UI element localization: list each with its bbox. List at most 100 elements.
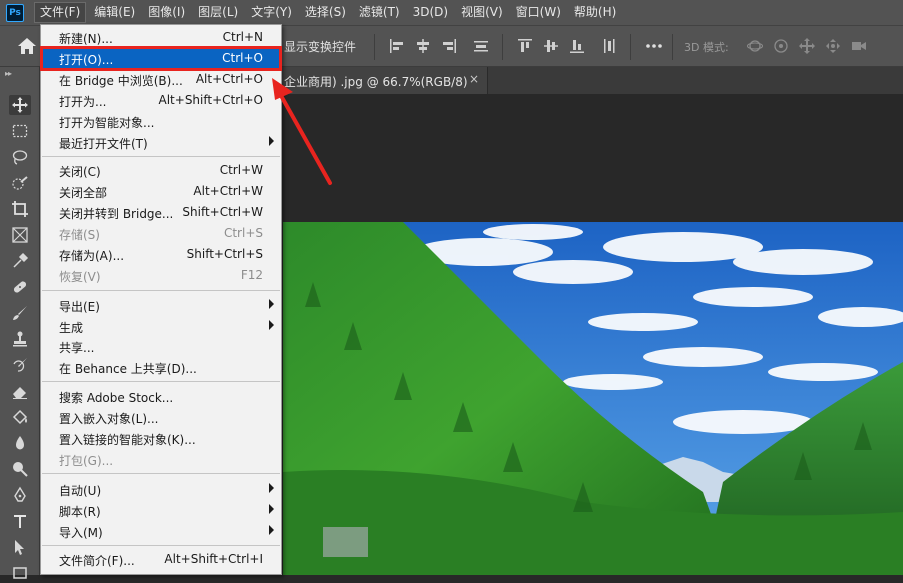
menu-bar: Ps 文件(F) 编辑(E) 图像(I) 图层(L) 文字(Y) 选择(S) 滤… xyxy=(0,0,903,25)
menu-item-label: 导出(E) xyxy=(59,300,100,314)
menu-item-scripts[interactable]: 脚本(R) xyxy=(42,500,280,521)
menu-image[interactable]: 图像(I) xyxy=(143,2,190,23)
menu-help[interactable]: 帮助(H) xyxy=(569,2,621,23)
3d-camera-icon[interactable] xyxy=(850,37,868,55)
blur-tool-icon[interactable] xyxy=(9,433,31,453)
menu-item-save-as[interactable]: 存储为(A)... Shift+Ctrl+S xyxy=(42,244,280,265)
healing-brush-tool-icon[interactable] xyxy=(9,277,31,297)
3d-roll-icon[interactable] xyxy=(772,37,790,55)
menu-item-export[interactable]: 导出(E) xyxy=(42,295,280,316)
menu-item-new[interactable]: 新建(N)... Ctrl+N xyxy=(42,27,280,48)
3d-pan-icon[interactable] xyxy=(798,37,816,55)
align-bottom-icon[interactable] xyxy=(568,37,586,55)
paint-bucket-tool-icon[interactable] xyxy=(9,407,31,427)
crop-tool-icon[interactable] xyxy=(9,199,31,219)
menu-layer[interactable]: 图层(L) xyxy=(193,2,243,23)
menu-window[interactable]: 窗口(W) xyxy=(511,2,566,23)
panel-collapse-grip-icon[interactable]: ▸▸ xyxy=(5,69,12,78)
menu-item-place-embedded[interactable]: 置入嵌入对象(L)... xyxy=(42,407,280,428)
menu-filter[interactable]: 滤镜(T) xyxy=(354,2,405,23)
menu-item-share[interactable]: 共享... xyxy=(42,336,280,357)
brush-tool-icon[interactable] xyxy=(9,303,31,323)
align-top-icon[interactable] xyxy=(516,37,534,55)
home-icon[interactable] xyxy=(17,37,37,55)
menu-type[interactable]: 文字(Y) xyxy=(246,2,297,23)
menu-item-open[interactable]: 打开(O)... Ctrl+O xyxy=(40,46,282,71)
menu-item-label: 存储(S) xyxy=(59,228,100,242)
menu-file[interactable]: 文件(F) xyxy=(34,2,87,23)
menu-edit[interactable]: 编辑(E) xyxy=(89,2,140,23)
menu-view[interactable]: 视图(V) xyxy=(456,2,508,23)
menu-item-browse-in-bridge[interactable]: 在 Bridge 中浏览(B)... Alt+Ctrl+O xyxy=(42,69,280,90)
menu-item-close-and-go-to-bridge[interactable]: 关闭并转到 Bridge... Shift+Ctrl+W xyxy=(42,202,280,223)
menu-item-shortcut: F12 xyxy=(240,268,263,282)
menu-item-search-adobe-stock[interactable]: 搜索 Adobe Stock... xyxy=(42,386,280,407)
menu-item-label: 关闭(C) xyxy=(59,165,101,179)
menu-item-place-linked[interactable]: 置入链接的智能对象(K)... xyxy=(42,428,280,449)
menu-item-label: 置入嵌入对象(L)... xyxy=(59,412,159,426)
menu-item-close-all[interactable]: 关闭全部 Alt+Ctrl+W xyxy=(42,181,280,202)
clone-stamp-tool-icon[interactable] xyxy=(9,329,31,349)
menu-item-open-as[interactable]: 打开为... Alt+Shift+Ctrl+O xyxy=(42,90,280,111)
menu-item-open-as-smart-object[interactable]: 打开为智能对象... xyxy=(42,111,280,132)
align-left-icon[interactable] xyxy=(388,37,406,55)
frame-tool-icon[interactable] xyxy=(9,225,31,245)
menu-select[interactable]: 选择(S) xyxy=(300,2,351,23)
menu-item-shortcut: Shift+Ctrl+S xyxy=(186,247,263,261)
menu-item-generate[interactable]: 生成 xyxy=(42,316,280,337)
distribute-icon[interactable] xyxy=(472,37,490,55)
rectangle-tool-icon[interactable] xyxy=(9,563,31,583)
submenu-arrow-icon xyxy=(269,299,274,309)
menu-separator xyxy=(42,473,280,474)
close-tab-icon[interactable]: × xyxy=(469,72,479,86)
eyedropper-tool-icon[interactable] xyxy=(9,251,31,271)
more-options-icon[interactable] xyxy=(645,37,663,55)
menu-item-label: 关闭全部 xyxy=(59,186,108,200)
menu-item-label: 打开(O)... xyxy=(59,53,114,67)
submenu-arrow-icon xyxy=(269,136,274,146)
menu-item-share-on-behance[interactable]: 在 Behance 上共享(D)... xyxy=(42,357,280,378)
menu-item-shortcut: Ctrl+N xyxy=(222,30,263,44)
menu-item-label: 新建(N)... xyxy=(59,32,113,46)
menu-item-automate[interactable]: 自动(U) xyxy=(42,479,280,500)
dodge-tool-icon[interactable] xyxy=(9,459,31,479)
show-transform-controls-label[interactable]: 显示变换控件 xyxy=(284,38,356,55)
options-divider xyxy=(630,34,631,60)
menu-item-label: 在 Behance 上共享(D)... xyxy=(59,362,197,376)
menu-item-shortcut: Shift+Ctrl+W xyxy=(182,205,263,219)
menu-item-close[interactable]: 关闭(C) Ctrl+W xyxy=(42,160,280,181)
menu-separator xyxy=(42,381,280,382)
options-divider xyxy=(502,34,503,60)
menu-item-shortcut: Ctrl+S xyxy=(223,226,263,240)
distribute-vertical-icon[interactable] xyxy=(600,37,618,55)
history-brush-tool-icon[interactable] xyxy=(9,355,31,375)
menu-item-file-info[interactable]: 文件简介(F)... Alt+Shift+Ctrl+I xyxy=(42,549,280,570)
path-selection-tool-icon[interactable] xyxy=(9,537,31,557)
quick-selection-tool-icon[interactable] xyxy=(9,174,31,194)
eraser-tool-icon[interactable] xyxy=(9,381,31,401)
menu-item-save: 存储(S) Ctrl+S xyxy=(42,223,280,244)
align-middle-icon[interactable] xyxy=(542,37,560,55)
menu-3d[interactable]: 3D(D) xyxy=(408,2,453,23)
align-center-icon[interactable] xyxy=(414,37,432,55)
submenu-arrow-icon xyxy=(269,320,274,330)
move-tool-icon[interactable] xyxy=(9,95,31,115)
menu-item-shortcut: Alt+Shift+Ctrl+I xyxy=(164,552,263,566)
3d-slide-icon[interactable] xyxy=(824,37,842,55)
menu-item-label: 关闭并转到 Bridge... xyxy=(59,207,174,221)
menu-item-shortcut: Alt+Ctrl+O xyxy=(195,72,263,86)
menu-separator xyxy=(42,156,280,157)
3d-orbit-icon[interactable] xyxy=(746,37,764,55)
align-right-icon[interactable] xyxy=(440,37,458,55)
submenu-arrow-icon xyxy=(269,483,274,493)
menu-item-label: 恢复(V) xyxy=(59,270,101,284)
document-tab-title: 企业商用) .jpg @ 66.7%(RGB/8) xyxy=(284,75,468,89)
menu-separator xyxy=(42,545,280,546)
lasso-tool-icon[interactable] xyxy=(9,147,31,167)
type-tool-icon[interactable] xyxy=(9,511,31,531)
marquee-tool-icon[interactable] xyxy=(9,121,31,141)
menu-item-import[interactable]: 导入(M) xyxy=(42,521,280,542)
menu-item-open-recent[interactable]: 最近打开文件(T) xyxy=(42,132,280,153)
pen-tool-icon[interactable] xyxy=(9,485,31,505)
menu-item-label: 置入链接的智能对象(K)... xyxy=(59,433,196,447)
